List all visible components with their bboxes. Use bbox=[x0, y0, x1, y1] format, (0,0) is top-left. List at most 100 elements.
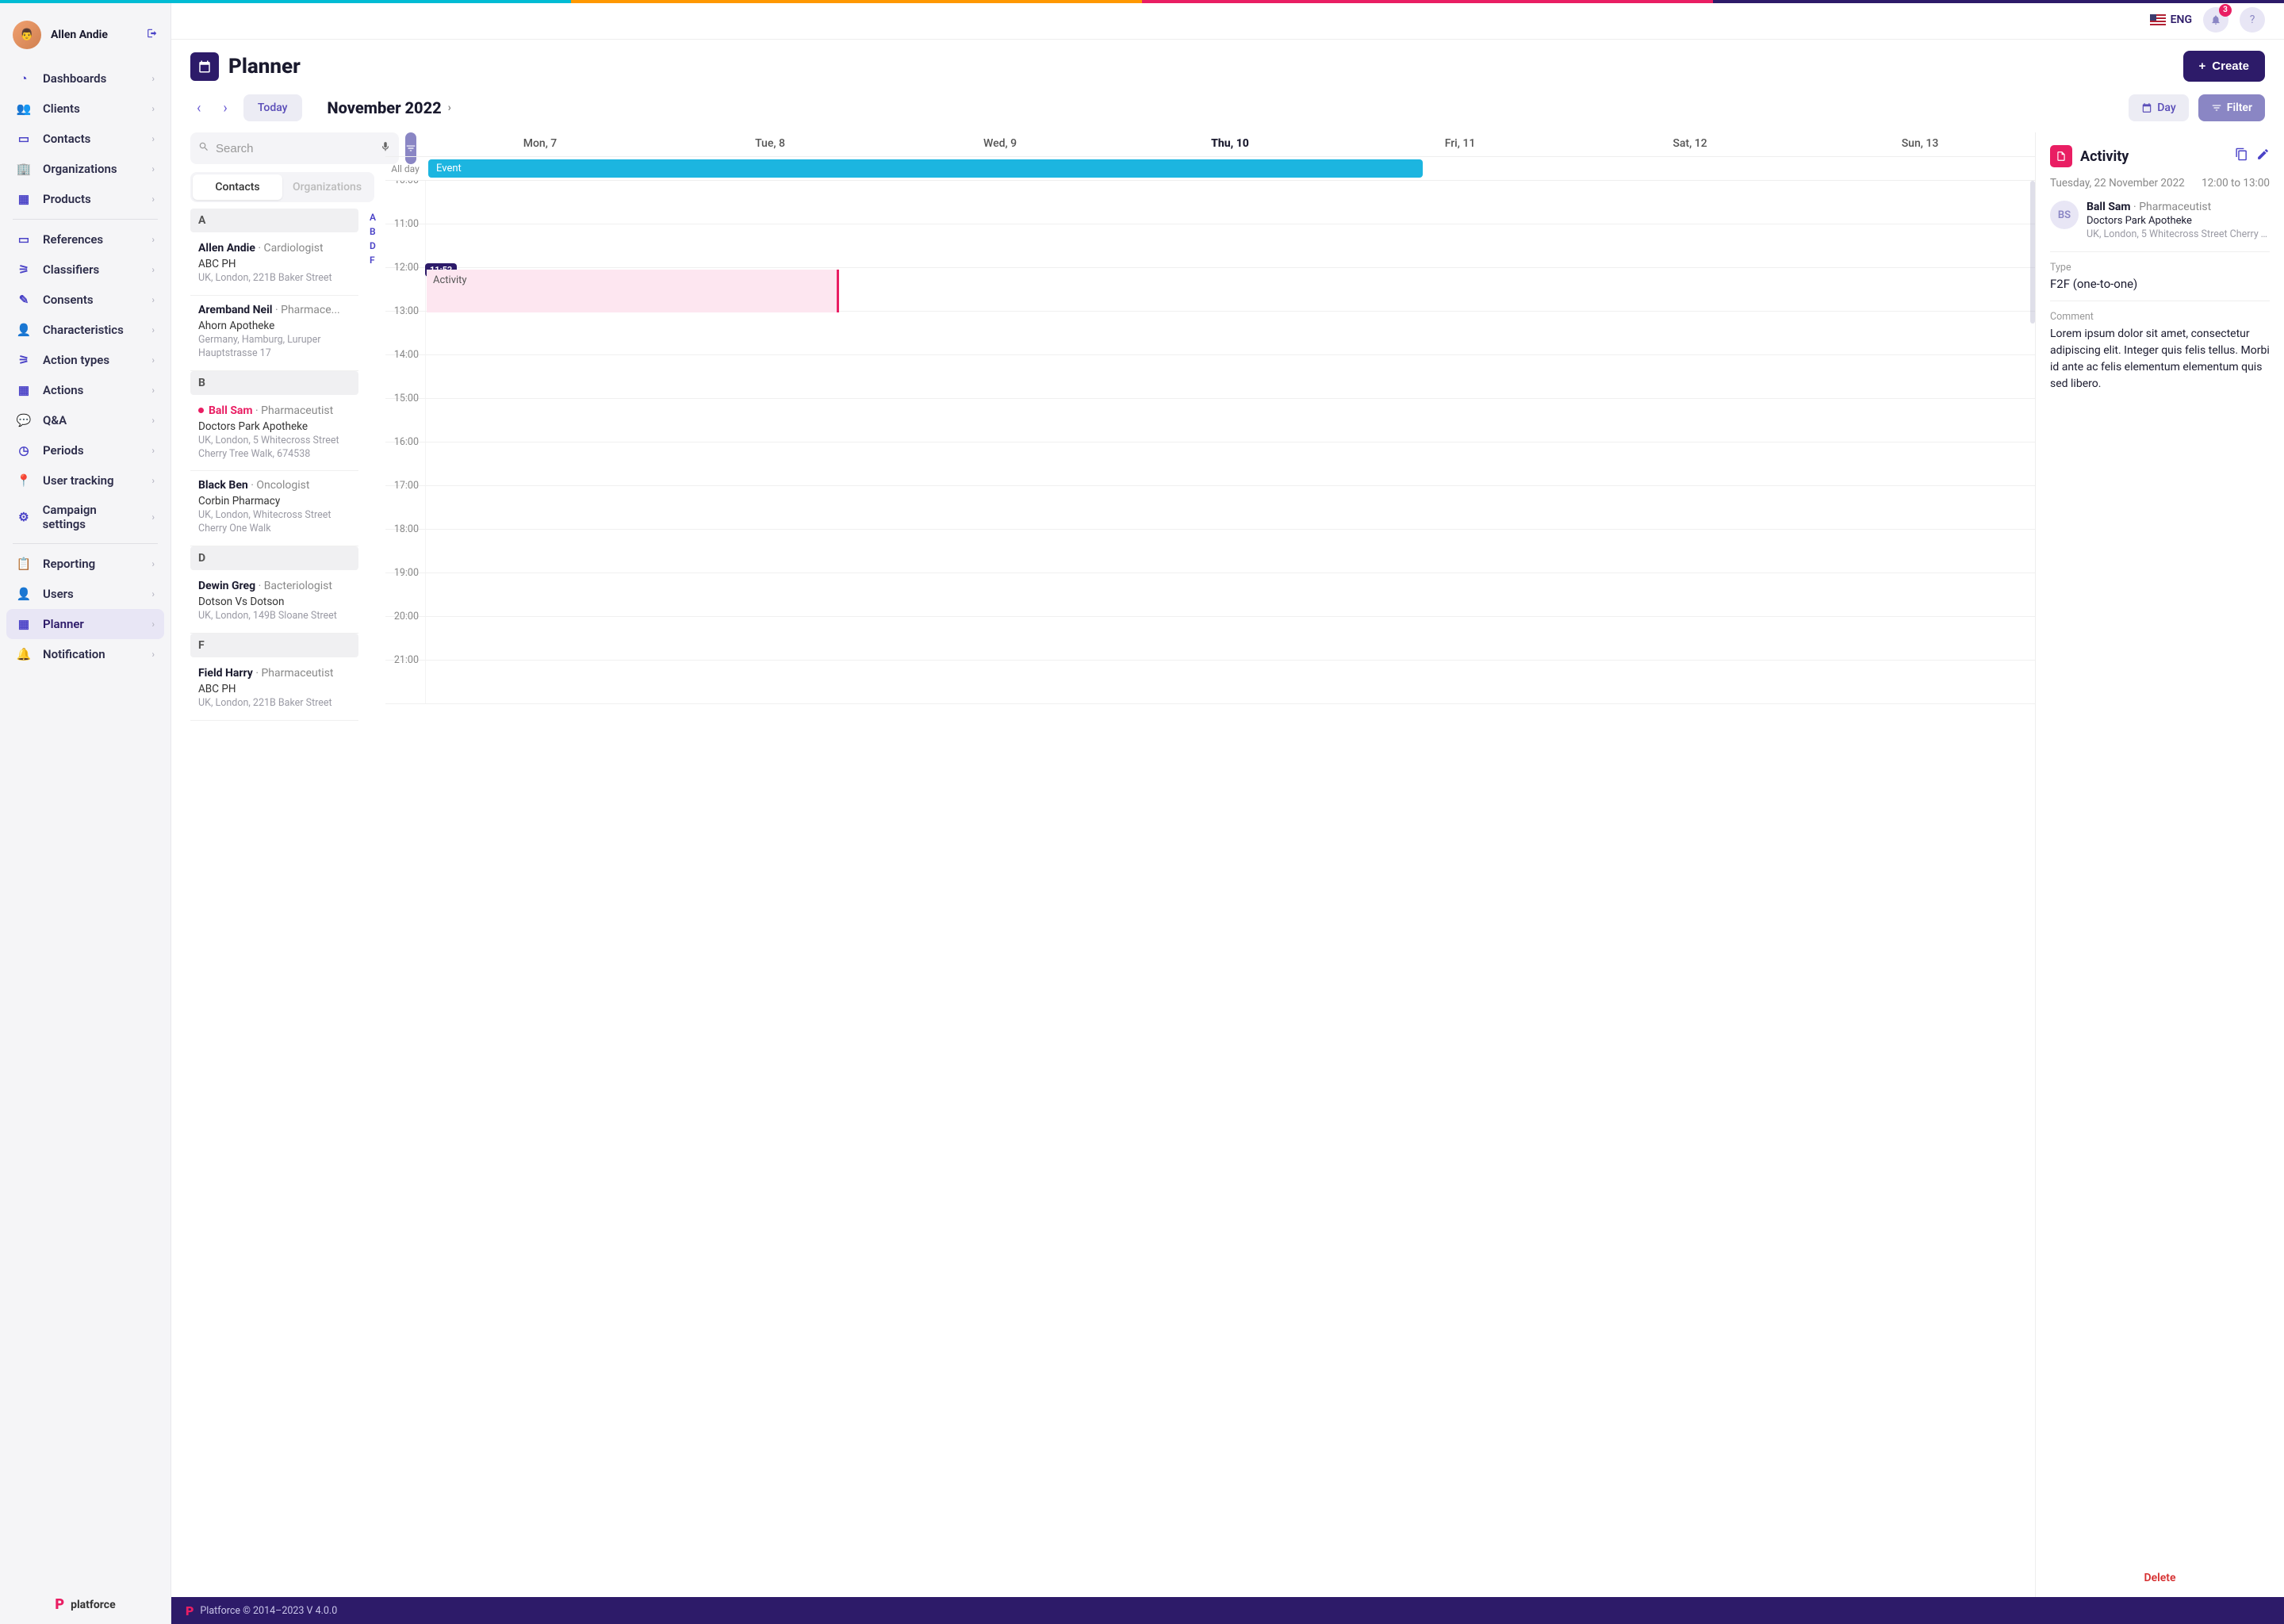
chevron-right-icon: › bbox=[151, 558, 155, 569]
sidebar-item-organizations[interactable]: 🏢Organizations› bbox=[6, 154, 164, 184]
hour-row[interactable]: 18:00 bbox=[385, 530, 2035, 573]
user-name: Allen Andie bbox=[51, 29, 137, 41]
chevron-right-icon: › bbox=[151, 294, 155, 305]
chevron-right-icon: › bbox=[151, 103, 155, 114]
chevron-right-icon: › bbox=[151, 234, 155, 245]
today-button[interactable]: Today bbox=[243, 94, 302, 121]
chevron-right-icon: › bbox=[151, 511, 155, 523]
calendar-icon bbox=[2141, 102, 2152, 113]
filter-button[interactable]: Filter bbox=[2198, 94, 2265, 121]
alpha-index[interactable]: ABDF bbox=[370, 212, 376, 266]
activity-event[interactable]: Activity bbox=[427, 270, 839, 312]
day-header[interactable]: Fri, 11 bbox=[1345, 132, 1575, 156]
hour-row[interactable]: 14:00 bbox=[385, 355, 2035, 399]
chevron-right-icon: › bbox=[151, 193, 155, 205]
sidebar-item-actions[interactable]: ▦Actions› bbox=[6, 375, 164, 405]
view-day-button[interactable]: Day bbox=[2129, 94, 2188, 121]
help-button[interactable]: ? bbox=[2240, 7, 2265, 33]
tab-contacts[interactable]: Contacts bbox=[193, 174, 282, 200]
contact-card[interactable]: Black Ben · OncologistCorbin PharmacyUK,… bbox=[190, 471, 358, 546]
search-field[interactable] bbox=[216, 142, 374, 155]
hour-row[interactable]: 15:00 bbox=[385, 399, 2035, 442]
notifications-button[interactable]: 3 bbox=[2203, 7, 2228, 33]
comment-value: Lorem ipsum dolor sit amet, consectetur … bbox=[2050, 326, 2270, 393]
day-header[interactable]: Tue, 8 bbox=[655, 132, 885, 156]
hour-row[interactable]: 19:00 bbox=[385, 573, 2035, 617]
hour-row[interactable]: 10:00 bbox=[385, 181, 2035, 224]
sidebar-item-references[interactable]: ▭References› bbox=[6, 224, 164, 255]
allday-row: All day Event bbox=[385, 157, 2035, 181]
search-input[interactable] bbox=[190, 132, 399, 164]
hour-row[interactable]: 16:00 bbox=[385, 442, 2035, 486]
user-block: 👨 Allen Andie bbox=[0, 14, 171, 63]
sidebar-item-classifiers[interactable]: ⚞Classifiers› bbox=[6, 255, 164, 285]
scrollbar[interactable] bbox=[2030, 181, 2035, 324]
sidebar-item-clients[interactable]: 👥Clients› bbox=[6, 94, 164, 124]
chevron-right-icon: › bbox=[151, 133, 155, 144]
nav-icon: ▭ bbox=[16, 131, 32, 147]
day-header[interactable]: Sun, 13 bbox=[1805, 132, 2035, 156]
chevron-right-icon: › bbox=[151, 445, 155, 456]
hour-row[interactable]: 21:00 bbox=[385, 661, 2035, 704]
header: ENG 3 ? bbox=[171, 0, 2284, 40]
sidebar-item-consents[interactable]: ✎Consents› bbox=[6, 285, 164, 315]
sidebar-item-periods[interactable]: ◷Periods› bbox=[6, 435, 164, 465]
nav-icon: ◔ bbox=[16, 71, 32, 86]
contact-card[interactable]: Field Harry · PharmaceutistABC PHUK, Lon… bbox=[190, 659, 358, 721]
selected-dot-icon bbox=[198, 408, 204, 413]
hour-row[interactable]: 11:00 bbox=[385, 224, 2035, 268]
hour-row[interactable]: 17:00 bbox=[385, 486, 2035, 530]
nav-icon: ◷ bbox=[16, 442, 32, 458]
page-title: Planner bbox=[190, 52, 301, 81]
contact-card[interactable]: Dewin Greg · BacteriologistDotson Vs Dot… bbox=[190, 572, 358, 634]
copy-button[interactable] bbox=[2235, 147, 2248, 165]
allday-label: All day bbox=[385, 157, 425, 180]
contact-card[interactable]: Aremband Neil · Pharmace...Ahorn Apothek… bbox=[190, 296, 358, 371]
tab-organizations[interactable]: Organizations bbox=[282, 174, 372, 200]
hour-row[interactable]: 13:00 bbox=[385, 312, 2035, 355]
contact-card[interactable]: Allen Andie · CardiologistABC PHUK, Lond… bbox=[190, 234, 358, 296]
calendar-grid[interactable]: 11:52 Activity 10:0011:0012:0013:0014:00… bbox=[385, 181, 2035, 1597]
alpha-F[interactable]: F bbox=[370, 255, 376, 266]
notif-badge: 3 bbox=[2219, 4, 2232, 17]
sidebar-item-user-tracking[interactable]: 📍User tracking› bbox=[6, 465, 164, 496]
month-picker[interactable]: November 2022 › bbox=[328, 98, 451, 117]
sidebar-item-dashboards[interactable]: ◔Dashboards› bbox=[6, 63, 164, 94]
logout-icon[interactable] bbox=[147, 28, 158, 42]
prev-button[interactable]: ‹ bbox=[190, 97, 207, 120]
contact-card[interactable]: Ball Sam · PharmaceutistDoctors Park Apo… bbox=[190, 396, 358, 472]
allday-event[interactable]: Event bbox=[428, 159, 1423, 178]
sidebar-item-characteristics[interactable]: 👤Characteristics› bbox=[6, 315, 164, 345]
sidebar-item-q&a[interactable]: 💬Q&A› bbox=[6, 405, 164, 435]
day-header[interactable]: Sat, 12 bbox=[1575, 132, 1805, 156]
sidebar-item-reporting[interactable]: 📋Reporting› bbox=[6, 549, 164, 579]
brand-name: platforce bbox=[71, 1599, 116, 1611]
avatar[interactable]: 👨 bbox=[13, 21, 41, 49]
sidebar-item-action-types[interactable]: ⚞Action types› bbox=[6, 345, 164, 375]
sidebar-item-planner[interactable]: ▦Planner› bbox=[6, 609, 164, 639]
sidebar-item-contacts[interactable]: ▭Contacts› bbox=[6, 124, 164, 154]
alpha-B[interactable]: B bbox=[370, 226, 376, 237]
chevron-right-icon: › bbox=[151, 588, 155, 599]
nav-icon: ⚙ bbox=[16, 509, 32, 525]
sidebar-item-campaign-settings[interactable]: ⚙Campaign settings› bbox=[6, 496, 164, 538]
sidebar-item-users[interactable]: 👤Users› bbox=[6, 579, 164, 609]
day-header[interactable]: Wed, 9 bbox=[885, 132, 1115, 156]
edit-button[interactable] bbox=[2256, 147, 2270, 165]
delete-button[interactable]: Delete bbox=[2050, 1559, 2270, 1597]
comment-label: Comment bbox=[2050, 311, 2270, 323]
alpha-D[interactable]: D bbox=[370, 240, 376, 251]
main: ENG 3 ? Planner + Create ‹ › Today bbox=[171, 0, 2284, 1624]
sidebar-item-products[interactable]: ▦Products› bbox=[6, 184, 164, 214]
logo-icon: P bbox=[55, 1596, 64, 1613]
nav-icon: 📍 bbox=[16, 473, 32, 488]
day-header[interactable]: Thu, 10 bbox=[1115, 132, 1345, 156]
alpha-A[interactable]: A bbox=[370, 212, 376, 223]
next-button[interactable]: › bbox=[217, 97, 233, 120]
sidebar-item-notification[interactable]: 🔔Notification› bbox=[6, 639, 164, 669]
day-header[interactable]: Mon, 7 bbox=[425, 132, 655, 156]
contact-list[interactable]: ABDF A Allen Andie · CardiologistABC PHUK… bbox=[190, 209, 381, 1597]
language-switch[interactable]: ENG bbox=[2150, 13, 2192, 26]
hour-row[interactable]: 20:00 bbox=[385, 617, 2035, 661]
create-button[interactable]: + Create bbox=[2183, 51, 2265, 82]
